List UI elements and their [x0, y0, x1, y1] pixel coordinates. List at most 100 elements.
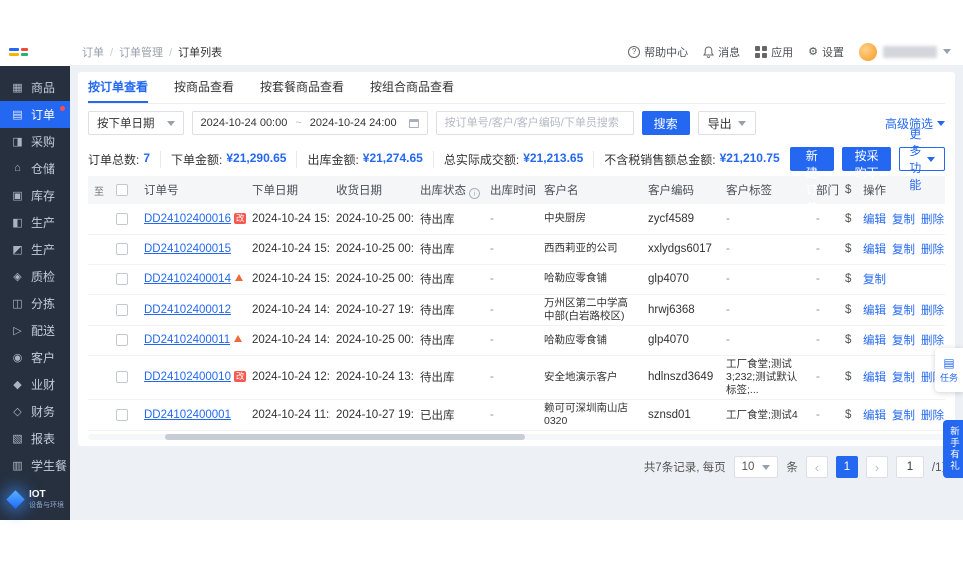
table-row[interactable]: DD24102400015 2024-10-24 15:23 2024-10-2… — [88, 234, 945, 265]
page-jump-input[interactable] — [895, 456, 924, 479]
horizontal-scrollbar[interactable] — [88, 434, 945, 441]
tab-by-order[interactable]: 按订单查看 — [88, 72, 149, 103]
purchase-order-button[interactable]: 按采购下单 — [841, 147, 892, 197]
row-checkbox[interactable] — [116, 212, 128, 225]
customer-name: 安全地演示客户 — [538, 355, 642, 401]
delivery-date: 2024-10-25 00:00 — [330, 234, 414, 265]
date-range-picker[interactable]: 2024-10-24 00:00 ~ 2024-10-24 24:00 — [191, 111, 428, 135]
prev-page-button[interactable]: ‹ — [805, 456, 828, 479]
sidebar-item-production-2[interactable]: ◩ 生产 — [0, 236, 70, 263]
delete-link[interactable]: 删除 — [921, 214, 944, 226]
newbie-gift-button[interactable]: 新手有礼 — [943, 420, 963, 478]
order-number-link[interactable]: DD24102400014 — [144, 273, 231, 285]
summary-bar: 订单总数: 7 下单金额: ¥21,290.65 出库金额: ¥21,274.65 总… — [88, 127, 945, 214]
apps-button[interactable]: 应用 — [755, 44, 793, 60]
breadcrumb-item[interactable]: 订单 — [82, 44, 104, 60]
row-checkbox[interactable] — [116, 303, 128, 316]
sidebar-item-finance[interactable]: ◇ 财务 — [0, 398, 70, 425]
order-number-link[interactable]: DD24102400015 — [144, 243, 231, 255]
logo-icon — [9, 47, 28, 56]
row-checkbox[interactable] — [116, 334, 128, 347]
edit-link[interactable]: 编辑 — [863, 244, 886, 256]
sidebar-item-business-finance[interactable]: ◆ 业财 — [0, 371, 70, 398]
copy-link[interactable]: 复制 — [863, 274, 886, 286]
row-checkbox[interactable] — [116, 409, 128, 422]
delete-link[interactable]: 删除 — [921, 335, 944, 347]
sidebar-item-warehouse[interactable]: ⌂ 仓储 — [0, 155, 70, 182]
edit-link[interactable]: 编辑 — [863, 335, 886, 347]
search-button[interactable]: 搜索 — [641, 111, 690, 135]
settings-button[interactable]: ⚙ 设置 — [808, 44, 844, 60]
export-button[interactable]: 导出 — [697, 111, 756, 135]
order-number-link[interactable]: DD24102400010 — [144, 371, 231, 383]
user-menu[interactable] — [859, 42, 951, 61]
task-panel-button[interactable]: ▤ 任务 — [935, 348, 963, 392]
edit-link[interactable]: 编辑 — [863, 305, 886, 317]
new-order-button[interactable]: 新建订单 — [789, 147, 834, 214]
sidebar-item-label: 分拣 — [31, 296, 56, 311]
sidebar-item-customers[interactable]: ◉ 客户 — [0, 344, 70, 371]
order-number-link[interactable]: DD24102400001 — [144, 409, 231, 421]
breadcrumb-item[interactable]: 订单管理 — [104, 44, 163, 60]
column-outbound-status[interactable]: 出库状态 i — [414, 176, 484, 204]
table-row[interactable]: DD24102400001 2024-10-24 11:24 2024-10-2… — [88, 399, 945, 432]
row-checkbox[interactable] — [116, 272, 128, 285]
select-all-checkbox[interactable] — [116, 183, 128, 196]
tab-by-product[interactable]: 按商品查看 — [174, 72, 234, 103]
order-number-link[interactable]: DD24102400016 — [144, 213, 231, 225]
copy-link[interactable]: 复制 — [892, 410, 915, 422]
edit-link[interactable]: 编辑 — [863, 214, 886, 226]
row-checkbox[interactable] — [116, 242, 128, 255]
delete-link[interactable]: 删除 — [921, 410, 944, 422]
tab-by-set-meal-product[interactable]: 按套餐商品查看 — [260, 72, 344, 103]
page-root: ▦ 商品 ▤ 订单 ◨ 采购 ⌂ 仓储 ▣ 库存 ◧ 生产 ◩ 生产 ◈ 质检 ◫ 分拣 ▷ 配送 … — [0, 0, 963, 563]
copy-link[interactable]: 复制 — [892, 244, 915, 256]
search-input[interactable] — [435, 111, 634, 135]
row-checkbox[interactable] — [116, 371, 128, 384]
table-row[interactable]: DD24102400011 2024-10-24 14:21 2024-10-2… — [88, 325, 945, 356]
sidebar-item-student-meals[interactable]: ▥ 学生餐 — [0, 452, 70, 479]
iot-footer[interactable]: IOT 设备与环境 — [0, 479, 70, 520]
page-size-select[interactable]: 10 — [733, 456, 779, 479]
export-label: 导出 — [707, 116, 732, 131]
tab-by-combo-product[interactable]: 按组合商品查看 — [370, 72, 454, 103]
sidebar-item-reports[interactable]: ▧ 报表 — [0, 425, 70, 452]
more-functions-button[interactable]: 更多功能 — [899, 127, 945, 192]
app-logo[interactable] — [0, 38, 70, 66]
sidebar-item-purchase[interactable]: ◨ 采购 — [0, 128, 70, 155]
sidebar-item-production-1[interactable]: ◧ 生产 — [0, 209, 70, 236]
copy-link[interactable]: 复制 — [892, 214, 915, 226]
copy-link[interactable]: 复制 — [892, 372, 915, 384]
sidebar-item-orders[interactable]: ▤ 订单 — [0, 100, 70, 128]
sidebar-item-inventory[interactable]: ▣ 库存 — [0, 182, 70, 209]
date-field-select[interactable]: 按下单日期 — [88, 111, 184, 135]
table-row[interactable]: DD24102400012 2024-10-24 14:26 2024-10-2… — [88, 294, 945, 326]
column-customer-tag[interactable]: 客户标签 — [720, 176, 810, 204]
column-delivery-date[interactable]: 收货日期 — [330, 176, 414, 204]
column-customer-code[interactable]: 客户编码 — [642, 176, 720, 204]
column-outbound-time[interactable]: 出库时间 — [484, 176, 538, 204]
next-page-button[interactable]: › — [865, 456, 888, 479]
delivery-date: 2024-10-27 19:00 — [330, 294, 414, 326]
sidebar-item-qc[interactable]: ◈ 质检 — [0, 263, 70, 290]
edit-link[interactable]: 编辑 — [863, 410, 886, 422]
column-order-no[interactable]: 订单号 — [138, 176, 246, 204]
messages-button[interactable]: 消息 — [703, 44, 740, 60]
table-row[interactable]: DD24102400010改 2024-10-24 12:37 2024-10-… — [88, 355, 945, 401]
sidebar-item-sorting[interactable]: ◫ 分拣 — [0, 290, 70, 317]
help-center-button[interactable]: ? 帮助中心 — [628, 44, 688, 60]
sidebar-item-delivery[interactable]: ▷ 配送 — [0, 317, 70, 344]
scrollbar-thumb[interactable] — [165, 434, 526, 441]
copy-link[interactable]: 复制 — [892, 305, 915, 317]
copy-link[interactable]: 复制 — [892, 335, 915, 347]
order-number-link[interactable]: DD24102400012 — [144, 304, 231, 316]
delete-link[interactable]: 删除 — [921, 244, 944, 256]
delete-link[interactable]: 删除 — [921, 305, 944, 317]
column-order-date[interactable]: 下单日期 — [246, 176, 330, 204]
current-page-button[interactable]: 1 — [835, 456, 858, 479]
order-number-link[interactable]: DD24102400011 — [144, 334, 230, 346]
sidebar-item-products[interactable]: ▦ 商品 — [0, 74, 70, 101]
column-customer-name[interactable]: 客户名 — [538, 176, 642, 204]
table-row[interactable]: DD24102400014 2024-10-24 15:03 2024-10-2… — [88, 264, 945, 295]
edit-link[interactable]: 编辑 — [863, 372, 886, 384]
